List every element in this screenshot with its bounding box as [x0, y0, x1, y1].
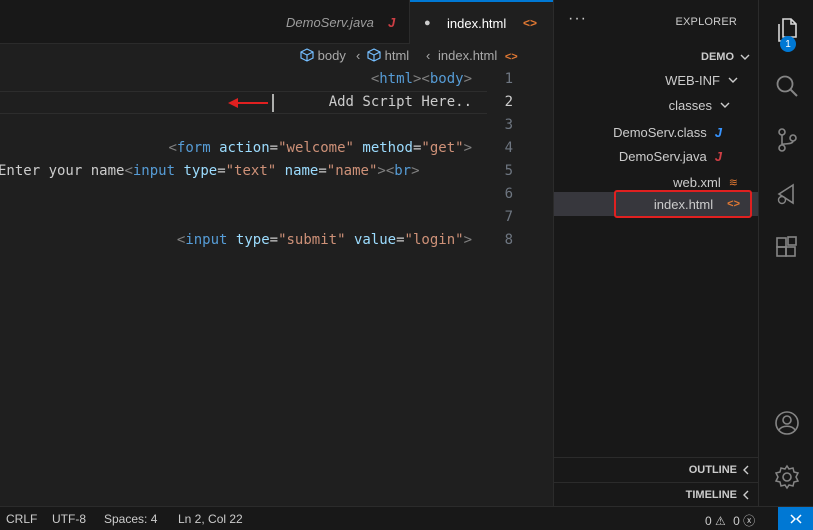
java-class-file-icon: J — [714, 124, 722, 140]
code-line[interactable]: <input type="submit" value="login"> — [177, 232, 472, 248]
accounts-icon[interactable] — [771, 407, 803, 439]
encoding-indicator[interactable]: UTF-8 — [52, 512, 86, 526]
indentation-indicator[interactable]: Spaces: 4 — [104, 512, 157, 526]
element-icon — [300, 48, 314, 62]
line-number: 7 — [504, 209, 513, 225]
modified-dot-icon[interactable]: ● — [424, 17, 431, 29]
code-line[interactable]: Add Script Here.. — [329, 94, 472, 110]
html-file-icon: <> — [504, 51, 518, 63]
error-icon: ⓧ — [743, 514, 756, 528]
activity-bar: 1 — [758, 0, 813, 506]
timeline-section-header[interactable]: TIMELINE — [554, 482, 759, 506]
workspace-root-label: DEMO — [701, 51, 734, 63]
search-icon[interactable] — [771, 70, 803, 102]
code-line[interactable]: Enter your name<input type="text" name="… — [0, 163, 420, 179]
more-actions-icon[interactable]: ··· — [568, 10, 587, 28]
explorer-sidebar: ··· EXPLORER DEMO WEB-INF classes DemoSe… — [553, 0, 759, 506]
workspace-root[interactable]: DEMO — [701, 46, 750, 68]
editor-tab-bar: J DemoServ.java ● index.html <> — [0, 0, 553, 44]
settings-gear-icon[interactable] — [771, 461, 803, 493]
tree-item-web-inf[interactable]: WEB-INF — [665, 69, 738, 91]
code-line[interactable]: <html><body> — [371, 71, 472, 87]
tree-item-label: WEB-INF — [665, 72, 720, 88]
remote-indicator[interactable] — [778, 507, 813, 530]
breadcrumb-item-index-html[interactable]: index.html <> — [438, 48, 518, 63]
tab-demoserv-java[interactable]: J DemoServ.java — [270, 0, 410, 44]
status-bar: CRLF UTF-8 Spaces: 4 Ln 2, Col 22 0 ⚠ 0 … — [0, 506, 813, 530]
line-number: 2 — [504, 94, 513, 110]
element-icon — [367, 48, 381, 62]
chevron-left-icon — [743, 490, 749, 500]
badge-count: 1 — [780, 36, 796, 52]
warnings-count: 0 — [705, 514, 712, 528]
line-number: 8 — [504, 232, 513, 248]
tab-label: DemoServ.java — [286, 14, 374, 30]
extensions-icon[interactable] — [771, 232, 803, 264]
breadcrumb: body ‹ html ‹ index.html <> — [0, 44, 553, 68]
outline-section-header[interactable]: OUTLINE — [554, 457, 759, 481]
tree-item-demoserv-class[interactable]: DemoServ.class J — [613, 121, 722, 143]
tree-item-demoserv-java[interactable]: DemoServ.java J — [619, 145, 722, 167]
text-cursor — [272, 94, 274, 112]
tree-item-label: DemoServ.class — [613, 124, 707, 140]
chevron-left-icon — [743, 465, 749, 475]
line-number: 3 — [504, 117, 513, 133]
line-number: 4 — [504, 140, 513, 156]
run-and-debug-icon[interactable] — [771, 178, 803, 210]
tree-item-classes[interactable]: classes — [669, 94, 730, 116]
tab-label: index.html — [447, 15, 507, 31]
code-editor[interactable]: 1 2 3 4 5 6 7 8 <html><body> Add Script … — [0, 68, 553, 506]
eol-indicator[interactable]: CRLF — [6, 512, 37, 526]
explorer-icon[interactable]: 1 — [771, 14, 803, 52]
breadcrumb-item-html[interactable]: html — [367, 48, 409, 63]
code-line[interactable]: <form action="welcome" method="get"> — [168, 140, 472, 156]
section-title: OUTLINE — [688, 464, 737, 476]
chevron-down-icon — [720, 102, 730, 108]
red-highlight-annotation — [614, 190, 752, 218]
line-number: 1 — [504, 71, 513, 87]
chevron-left-icon: ‹ — [356, 48, 361, 63]
remote-icon — [789, 514, 802, 524]
java-file-icon: J — [714, 148, 722, 164]
breadcrumb-label: html — [384, 48, 410, 63]
breadcrumb-item-body[interactable]: body — [300, 48, 346, 63]
tree-item-label: classes — [668, 97, 712, 113]
java-file-icon: J — [388, 14, 396, 30]
tree-item-label: web.xml — [673, 174, 721, 190]
html-file-icon: <> — [523, 16, 538, 30]
section-title: TIMELINE — [685, 489, 737, 501]
problems-indicator[interactable]: 0 ⚠ 0 ⓧ — [705, 512, 755, 529]
warning-icon: ⚠ — [715, 514, 726, 528]
explorer-title: EXPLORER — [675, 16, 737, 28]
rss-xml-file-icon: ≋ — [728, 176, 738, 189]
tab-index-html[interactable]: ● index.html <> — [410, 0, 553, 44]
chevron-down-icon — [728, 77, 738, 83]
line-number: 6 — [504, 186, 513, 202]
line-number: 5 — [504, 163, 513, 179]
cursor-position[interactable]: Ln 2, Col 22 — [178, 512, 243, 526]
breadcrumb-label: body — [317, 48, 346, 63]
arrow-annotation-icon — [228, 98, 268, 108]
source-control-icon[interactable] — [771, 124, 803, 156]
tree-item-label: DemoServ.java — [618, 148, 707, 164]
chevron-left-icon: ‹ — [426, 48, 431, 63]
explorer-header: ··· EXPLORER — [554, 0, 759, 45]
breadcrumb-label: index.html — [438, 48, 498, 63]
errors-count: 0 — [733, 514, 740, 528]
chevron-down-icon — [740, 54, 750, 60]
